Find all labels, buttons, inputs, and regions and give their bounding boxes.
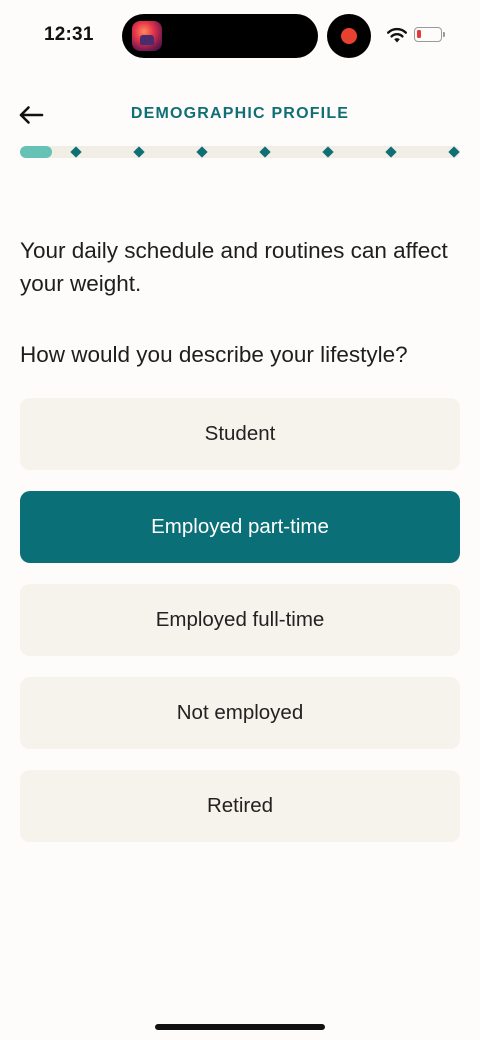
- page-title: DEMOGRAPHIC PROFILE: [130, 105, 350, 122]
- option-employed-part-time[interactable]: Employed part-time: [20, 491, 460, 563]
- option-retired[interactable]: Retired: [20, 770, 460, 842]
- screen-recording-indicator[interactable]: [327, 14, 371, 58]
- step-dot: [322, 146, 334, 158]
- wifi-icon: [387, 27, 407, 43]
- step-dot: [196, 146, 208, 158]
- lifestyle-options: Student Employed part-time Employed full…: [20, 398, 460, 863]
- battery-level: [417, 30, 421, 38]
- question-text: How would you describe your lifestyle?: [20, 342, 408, 367]
- step-dot: [259, 146, 271, 158]
- step-dot: [70, 146, 82, 158]
- option-employed-full-time[interactable]: Employed full-time: [20, 584, 460, 656]
- option-not-employed[interactable]: Not employed: [20, 677, 460, 749]
- option-student[interactable]: Student: [20, 398, 460, 470]
- step-progress-bar: [20, 146, 460, 158]
- progress-fill: [20, 146, 52, 158]
- step-dot: [448, 146, 460, 158]
- step-dot: [133, 146, 145, 158]
- screen: 12:31 DEMOGRAPHIC PROFILE Your daily sch…: [0, 0, 480, 1040]
- app-thumbnail-icon[interactable]: [132, 21, 162, 51]
- dynamic-island[interactable]: [122, 14, 318, 58]
- home-indicator[interactable]: [155, 1024, 325, 1030]
- battery-icon: [414, 27, 445, 42]
- intro-text: Your daily schedule and routines can aff…: [20, 238, 448, 296]
- record-icon: [341, 28, 357, 44]
- step-dot: [385, 146, 397, 158]
- status-time: 12:31: [44, 24, 94, 45]
